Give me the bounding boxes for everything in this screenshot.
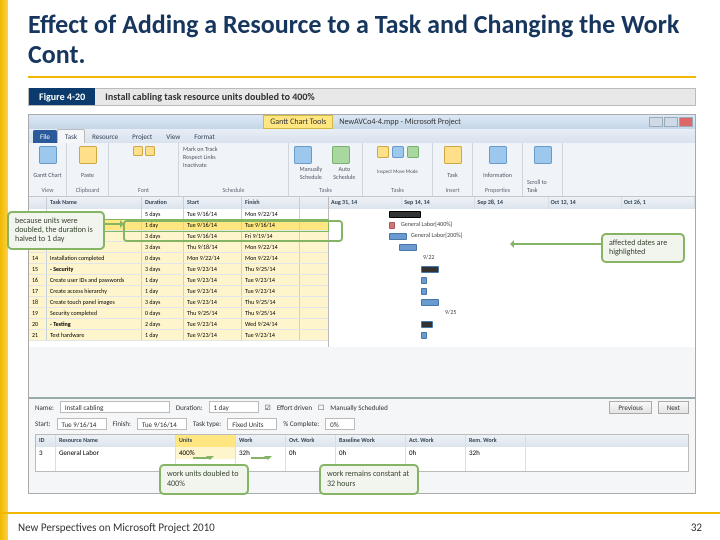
form-pct-field[interactable]: 0% — [325, 418, 355, 430]
bar-label: General Labor[400%] — [401, 220, 452, 228]
tab-file[interactable]: File — [33, 130, 57, 143]
info-icon[interactable] — [489, 146, 507, 164]
task-bar — [421, 277, 427, 284]
callout-affected: affected dates are highlighted — [601, 233, 685, 263]
manual-checkbox[interactable]: Manually Scheduled — [330, 403, 387, 412]
col-name[interactable]: Task Name — [47, 197, 142, 209]
table-row[interactable]: 17Create access hierarchy1 dayTue 9/23/1… — [29, 286, 328, 297]
gantt-chart[interactable]: Aug 31, 14 Sep 14, 14 Sep 28, 14 Oct 12,… — [329, 197, 695, 347]
callout-duration: because units were doubled, the duration… — [7, 211, 105, 251]
arrow — [193, 457, 211, 459]
figure-caption: Install cabling task resource units doub… — [95, 88, 325, 105]
summary-bar — [389, 211, 421, 218]
table-row[interactable]: 15- Security3 daysTue 9/23/14Thu 9/25/14 — [29, 264, 328, 275]
form-name-label: Name: — [35, 403, 54, 412]
highlight-box — [123, 220, 343, 242]
table-row[interactable]: 21Test hardware1 dayTue 9/23/14Tue 9/23/… — [29, 330, 328, 341]
ribbon-tabs: File Task Resource Project View Format — [29, 129, 695, 143]
form-tasktype-field[interactable]: Fixed Units — [227, 418, 277, 430]
tab-resource[interactable]: Resource — [85, 130, 125, 143]
next-button[interactable]: Next — [658, 401, 689, 414]
tab-view[interactable]: View — [159, 130, 187, 143]
scroll-icon[interactable] — [534, 146, 552, 164]
window-titlebar: Gantt Chart Tools NewAVCo4-4.mpp - Micro… — [29, 115, 695, 129]
form-dur-field[interactable]: 1 day — [209, 401, 259, 413]
prev-button[interactable]: Previous — [609, 401, 651, 414]
manual-icon[interactable] — [294, 146, 312, 164]
form-finish-field[interactable]: Tue 9/16/14 — [137, 418, 187, 430]
table-row[interactable]: 20- Testing2 daysTue 9/23/14Wed 9/24/14 — [29, 319, 328, 330]
milestone-label: 9/25 — [445, 308, 456, 316]
figure-bar: Figure 4-20 Install cabling task resourc… — [28, 88, 696, 106]
table-row[interactable]: 19Security completed0 daysThu 9/25/14Thu… — [29, 308, 328, 319]
task-bar — [421, 332, 427, 339]
tab-project[interactable]: Project — [125, 130, 159, 143]
table-row[interactable]: 14Installation completed0 daysMon 9/22/1… — [29, 253, 328, 264]
file-name: NewAVCo4-4.mpp - Microsoft Project — [339, 117, 461, 127]
table-row[interactable]: 16Create user IDs and passwords1 dayTue … — [29, 275, 328, 286]
figure-label: Figure 4-20 — [29, 88, 95, 105]
maximize-button[interactable] — [664, 117, 678, 127]
milestone-label: 9/22 — [423, 253, 434, 261]
callout-work: work remains constant at 32 hours — [319, 464, 419, 494]
task-bar — [389, 233, 407, 240]
paste-label: Paste — [81, 171, 94, 179]
form-start-field[interactable]: Tue 9/16/14 — [57, 418, 107, 430]
footer-left: New Perspectives on Microsoft Project 20… — [18, 521, 215, 534]
form-dur-label: Duration: — [176, 403, 203, 412]
col-dur[interactable]: Duration — [142, 197, 184, 209]
task-bar — [421, 288, 427, 295]
bar-label: General Labor[200%] — [411, 231, 462, 239]
page-number: 32 — [691, 521, 702, 534]
effort-checkbox[interactable]: Effort driven — [277, 403, 312, 412]
page-title: Effect of Adding a Resource to a Task an… — [28, 10, 696, 70]
gantt-label: Gantt Chart — [33, 171, 61, 179]
screenshot: Gantt Chart Tools NewAVCo4-4.mpp - Micro… — [28, 114, 696, 494]
gantt-tools-label: Gantt Chart Tools — [263, 115, 333, 129]
minimize-button[interactable] — [649, 117, 663, 127]
close-button[interactable] — [679, 117, 693, 127]
tab-task[interactable]: Task — [57, 129, 85, 143]
title-rule — [28, 76, 696, 78]
task-bar — [421, 299, 439, 306]
arrow — [511, 243, 601, 245]
form-name-field[interactable]: Install cabling — [60, 401, 170, 413]
arrow — [105, 223, 123, 225]
task-bar — [399, 244, 417, 251]
col-fin[interactable]: Finish — [242, 197, 300, 209]
ribbon: Gantt ChartView PasteClipboard Font Mark… — [29, 143, 695, 197]
task-icon[interactable] — [444, 146, 462, 164]
task-bar — [389, 222, 395, 229]
col-start[interactable]: Start — [184, 197, 242, 209]
summary-bar — [421, 321, 433, 328]
summary-bar — [421, 266, 439, 273]
table-row[interactable]: 18Create touch panel images3 daysTue 9/2… — [29, 297, 328, 308]
paste-icon[interactable] — [79, 146, 97, 164]
arrow — [251, 457, 269, 459]
auto-icon[interactable] — [332, 146, 350, 164]
callout-units: work units doubled to 400% — [159, 464, 249, 494]
tab-format[interactable]: Format — [187, 130, 221, 143]
gantt-icon[interactable] — [39, 146, 57, 164]
